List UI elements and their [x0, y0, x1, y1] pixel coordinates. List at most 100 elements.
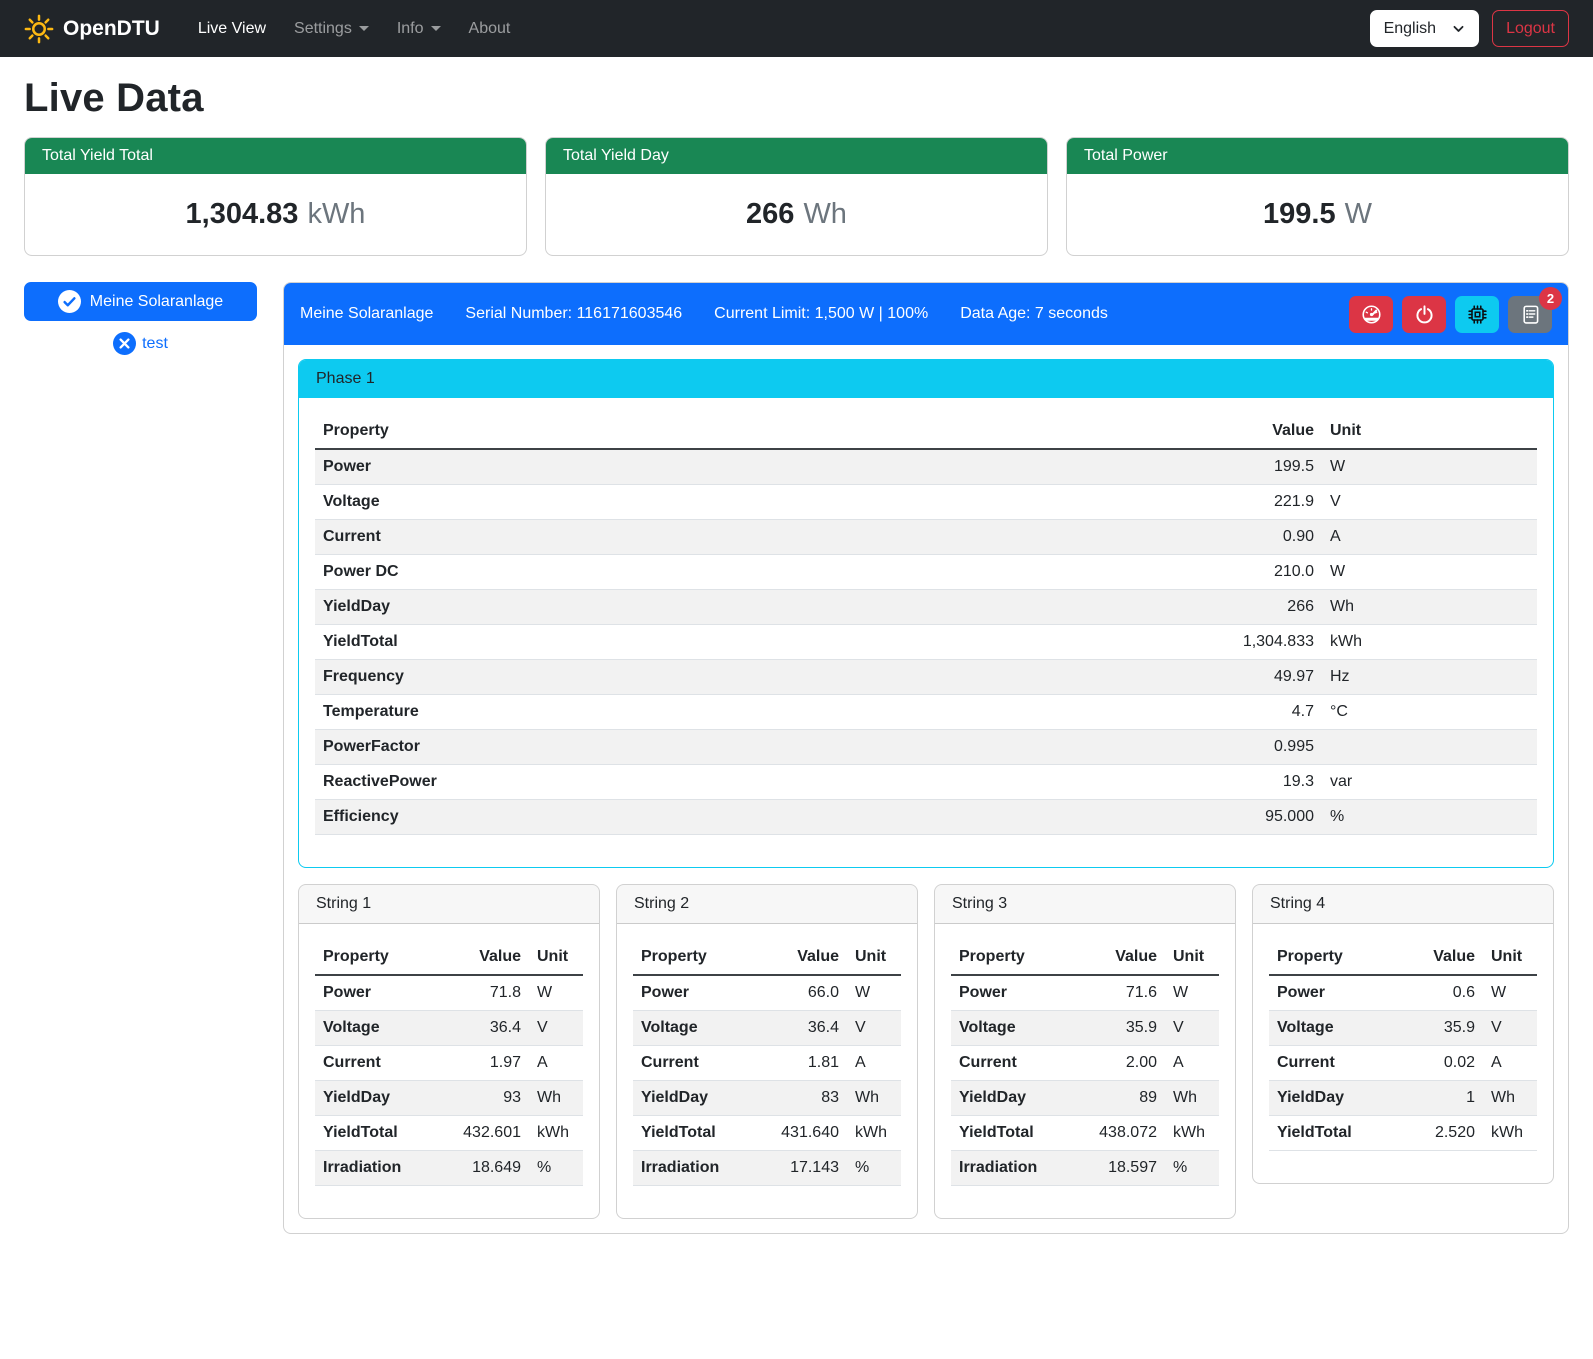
value-cell: 431.640	[756, 1116, 847, 1151]
property-cell: Power	[951, 975, 1074, 1011]
inverter-item-test[interactable]: test	[24, 332, 257, 355]
device-info-button[interactable]	[1455, 296, 1499, 333]
inverter-actions: 2	[1349, 296, 1552, 333]
property-cell: YieldDay	[315, 1081, 438, 1116]
value-cell: 17.143	[756, 1151, 847, 1186]
nav-item-label: Info	[397, 20, 424, 38]
column-header-value: Value	[438, 940, 529, 975]
value-cell: 71.6	[1074, 975, 1165, 1011]
value-cell: 1.81	[756, 1046, 847, 1081]
property-cell: Current	[951, 1046, 1074, 1081]
table-row: Irradiation18.597%	[951, 1151, 1219, 1186]
summary-card-body: 266Wh	[546, 174, 1047, 255]
value-cell: 1.97	[438, 1046, 529, 1081]
value-cell: 432.601	[438, 1116, 529, 1151]
property-cell: Power	[1269, 975, 1392, 1011]
property-cell: PowerFactor	[315, 730, 1048, 765]
summary-card-title: Total Yield Day	[546, 138, 1047, 174]
column-header-unit: Unit	[529, 940, 583, 975]
column-header-property: Property	[951, 940, 1074, 975]
navbar: OpenDTU Live View Settings Info About En…	[0, 0, 1593, 57]
brand-label: OpenDTU	[63, 17, 160, 41]
column-header-property: Property	[633, 940, 756, 975]
table-row: ReactivePower19.3var	[315, 765, 1537, 800]
property-cell: Power DC	[315, 555, 1048, 590]
unit-cell: W	[1165, 975, 1219, 1011]
table-header-row: PropertyValueUnit	[315, 414, 1537, 449]
nav-item-about[interactable]: About	[457, 12, 523, 46]
speedometer-icon	[1361, 304, 1382, 325]
property-cell: Power	[315, 449, 1048, 485]
unit-cell: kWh	[847, 1116, 901, 1151]
table-row: YieldDay89Wh	[951, 1081, 1219, 1116]
property-cell: Irradiation	[315, 1151, 438, 1186]
sun-logo-icon	[24, 14, 54, 44]
summary-unit: Wh	[803, 198, 847, 230]
nav-item-live-view[interactable]: Live View	[186, 12, 278, 46]
table-header-row: PropertyValueUnit	[633, 940, 901, 975]
event-log-button[interactable]: 2	[1508, 296, 1552, 333]
nav-item-info[interactable]: Info	[385, 12, 453, 46]
brand[interactable]: OpenDTU	[24, 14, 160, 44]
property-cell: YieldTotal	[315, 1116, 438, 1151]
inverter-select-label: Meine Solaranlage	[90, 293, 223, 311]
inverter-panel-header: Meine Solaranlage Serial Number: 1161716…	[284, 283, 1568, 345]
property-cell: Frequency	[315, 660, 1048, 695]
summary-unit: kWh	[307, 198, 365, 230]
table-row: Power66.0W	[633, 975, 901, 1011]
table-header-row: PropertyValueUnit	[315, 940, 583, 975]
table-row: Current1.97A	[315, 1046, 583, 1081]
inverter-name: Meine Solaranlage	[300, 305, 433, 323]
inverter-select-button[interactable]: Meine Solaranlage	[24, 282, 257, 321]
value-cell: 1,304.833	[1048, 625, 1322, 660]
power-toggle-button[interactable]	[1402, 296, 1446, 333]
unit-cell: Wh	[1165, 1081, 1219, 1116]
nav-item-settings[interactable]: Settings	[282, 12, 381, 46]
limit-settings-button[interactable]	[1349, 296, 1393, 333]
property-cell: Irradiation	[951, 1151, 1074, 1186]
string-card-2: String 2 PropertyValueUnitPower66.0WVolt…	[616, 884, 918, 1219]
table-row: Power71.8W	[315, 975, 583, 1011]
string-card-title: String 3	[935, 885, 1235, 924]
string-card-4: String 4 PropertyValueUnitPower0.6WVolta…	[1252, 884, 1554, 1184]
value-cell: 19.3	[1048, 765, 1322, 800]
event-count-badge: 2	[1539, 287, 1562, 310]
table-row: Power0.6W	[1269, 975, 1537, 1011]
nav-links: Live View Settings Info About	[186, 12, 523, 46]
value-cell: 35.9	[1074, 1011, 1165, 1046]
value-cell: 0.90	[1048, 520, 1322, 555]
unit-cell	[1322, 730, 1537, 765]
chevron-down-icon	[1452, 22, 1465, 35]
table-row: YieldDay1Wh	[1269, 1081, 1537, 1116]
value-cell: 49.97	[1048, 660, 1322, 695]
column-header-unit: Unit	[1483, 940, 1537, 975]
inverter-data-age: Data Age: 7 seconds	[960, 305, 1108, 323]
x-circle-icon	[113, 332, 136, 355]
table-row: Temperature4.7°C	[315, 695, 1537, 730]
inverter-sidebar: Meine Solaranlage test	[24, 282, 257, 355]
summary-card-total-yield-day: Total Yield Day 266Wh	[545, 137, 1048, 256]
string-card-title: String 4	[1253, 885, 1553, 924]
table-row: Voltage221.9V	[315, 485, 1537, 520]
unit-cell: V	[1322, 485, 1537, 520]
summary-card-total-power: Total Power 199.5W	[1066, 137, 1569, 256]
column-header-unit: Unit	[1165, 940, 1219, 975]
nav-item-label: About	[469, 20, 511, 38]
language-select[interactable]: English	[1370, 10, 1479, 47]
check-circle-icon	[58, 290, 81, 313]
value-cell: 93	[438, 1081, 529, 1116]
value-cell: 71.8	[438, 975, 529, 1011]
unit-cell: V	[1483, 1011, 1537, 1046]
value-cell: 89	[1074, 1081, 1165, 1116]
summary-card-body: 199.5W	[1067, 174, 1568, 255]
value-cell: 266	[1048, 590, 1322, 625]
table-row: Voltage35.9V	[1269, 1011, 1537, 1046]
property-cell: Voltage	[1269, 1011, 1392, 1046]
value-cell: 18.597	[1074, 1151, 1165, 1186]
logout-button[interactable]: Logout	[1492, 10, 1569, 47]
column-header-value: Value	[756, 940, 847, 975]
table-row: YieldTotal2.520kWh	[1269, 1116, 1537, 1151]
unit-cell: Hz	[1322, 660, 1537, 695]
value-cell: 36.4	[438, 1011, 529, 1046]
column-header-value: Value	[1074, 940, 1165, 975]
